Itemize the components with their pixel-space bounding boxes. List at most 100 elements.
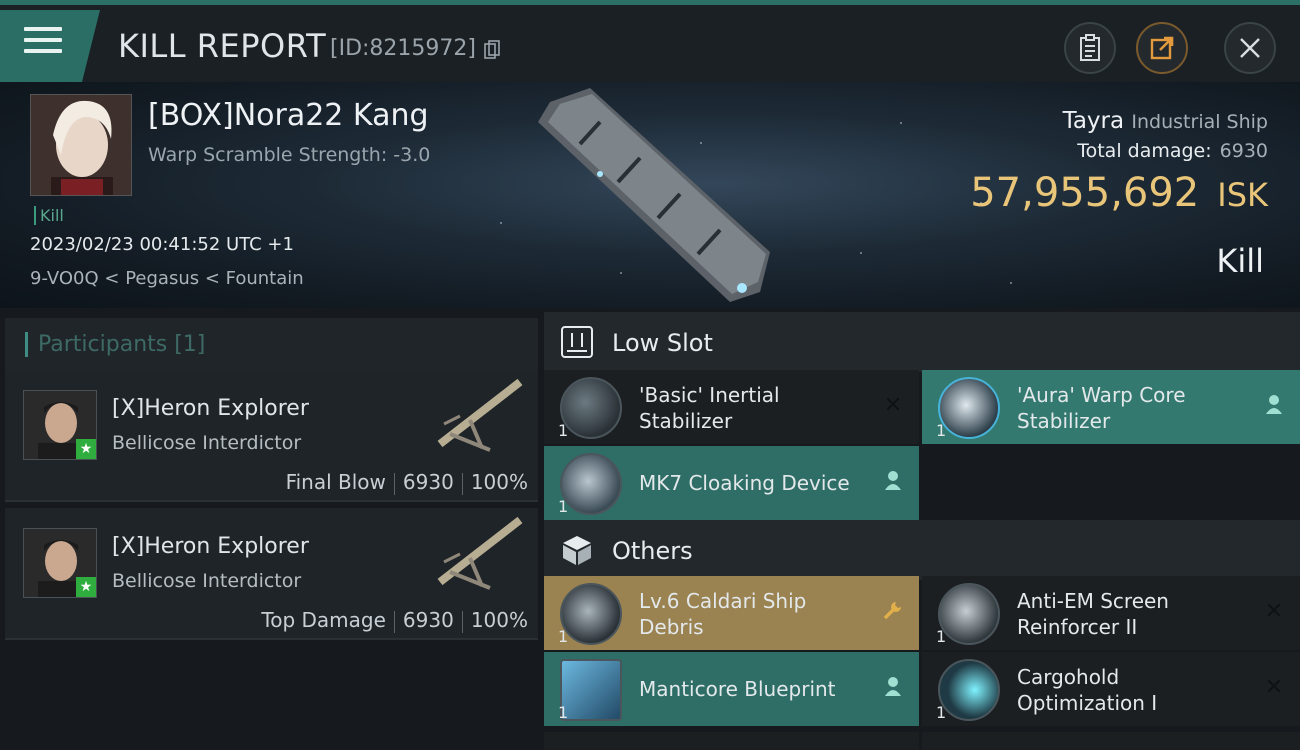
ship-debris-icon xyxy=(560,583,622,645)
participant-card[interactable]: ★ [X]Heron Explorer Bellicose Interdicto… xyxy=(5,370,538,502)
report-id: [ID:8215972] xyxy=(330,36,476,61)
module-item-partial[interactable] xyxy=(544,732,919,750)
participant-avatar[interactable]: ★ xyxy=(23,528,97,598)
person-icon xyxy=(881,470,905,494)
destroyed-icon: ✕ xyxy=(1264,599,1284,624)
star-badge-icon: ★ xyxy=(76,577,96,597)
item-quantity: 1 xyxy=(558,627,569,646)
participant-name: [X]Heron Explorer xyxy=(112,534,309,559)
others-title: Others xyxy=(612,537,693,565)
low-slot-title: Low Slot xyxy=(612,329,713,357)
participant-percent: 100% xyxy=(470,608,528,632)
clipboard-icon xyxy=(1080,34,1100,61)
item-quantity: 1 xyxy=(936,703,947,722)
low-slot-icon xyxy=(561,326,593,358)
cargo-item[interactable]: 1 Cargohold Optimization I ✕ xyxy=(922,652,1300,726)
clipboard-button[interactable] xyxy=(1064,22,1116,74)
screen-reinforcer-icon xyxy=(938,583,1000,645)
item-name-line2: Stabilizer xyxy=(639,409,733,433)
person-icon xyxy=(1262,394,1286,418)
module-item[interactable]: 1 'Basic' Inertial Stabilizer ✕ xyxy=(544,370,919,444)
others-header: Others xyxy=(544,520,1300,580)
blueprint-icon xyxy=(560,659,622,721)
item-name: Anti-EM Screen Reinforcer II xyxy=(1017,588,1169,640)
participant-role: Final Blow xyxy=(285,470,386,494)
cargohold-optimization-icon xyxy=(938,659,1000,721)
cargo-item[interactable]: 1 Lv.6 Caldari Ship Debris xyxy=(544,576,919,650)
top-bar: KILL REPORT [ID:8215972] xyxy=(0,0,1300,82)
inertial-stabilizer-icon xyxy=(560,377,622,439)
ship-class: Industrial Ship xyxy=(1131,111,1268,133)
hamburger-menu-icon[interactable] xyxy=(24,27,62,57)
participant-card[interactable]: ★ [X]Heron Explorer Bellicose Interdicto… xyxy=(5,508,538,640)
participant-damage: 6930 xyxy=(402,608,454,632)
item-name-line1: 'Basic' Inertial xyxy=(639,383,780,407)
victim-ship[interactable]: Tayra Industrial Ship xyxy=(1063,108,1268,134)
victim-portrait[interactable] xyxy=(30,94,132,196)
wrench-icon xyxy=(881,600,905,624)
page-title: KILL REPORT xyxy=(118,27,327,65)
participant-ship-image xyxy=(437,516,523,590)
item-name: Lv.6 Caldari Ship Debris xyxy=(639,588,806,640)
item-name: 'Basic' Inertial Stabilizer xyxy=(639,382,780,434)
isk-value: 57,955,692 ISK xyxy=(970,170,1268,216)
kill-datetime: 2023/02/23 00:41:52 UTC +1 xyxy=(30,234,294,255)
item-name: Cargohold Optimization I xyxy=(1017,664,1157,716)
item-name-line1: Anti-EM Screen xyxy=(1017,589,1169,613)
isk-amount: 57,955,692 xyxy=(970,170,1200,216)
warp-scramble-strength: Warp Scramble Strength: -3.0 xyxy=(148,144,431,166)
item-name-line2: Reinforcer II xyxy=(1017,615,1138,639)
ship-name: Tayra xyxy=(1062,108,1125,134)
item-name-line1: Cargohold xyxy=(1017,665,1120,689)
participant-damage: 6930 xyxy=(402,470,454,494)
item-quantity: 1 xyxy=(558,703,569,722)
victim-ship-image xyxy=(538,88,770,302)
kill-location[interactable]: 9-VO0Q < Pegasus < Fountain xyxy=(30,268,304,289)
item-name-line1: Lv.6 Caldari Ship xyxy=(639,589,807,613)
person-icon xyxy=(881,676,905,700)
cargo-item[interactable]: 1 Anti-EM Screen Reinforcer II ✕ xyxy=(922,576,1300,650)
participant-ship: Bellicose Interdictor xyxy=(112,432,302,454)
destroyed-icon: ✕ xyxy=(1264,675,1284,700)
total-damage: Total damage: 6930 xyxy=(1077,140,1268,162)
item-name-line2: Optimization I xyxy=(1017,691,1158,715)
participant-ship-image xyxy=(437,378,523,452)
share-button[interactable] xyxy=(1136,22,1188,74)
warp-core-stabilizer-icon xyxy=(938,377,1000,439)
participant-stats: Top Damage 6930 100% xyxy=(261,608,528,633)
item-name-line2: Stabilizer xyxy=(1017,409,1111,433)
item-name: 'Aura' Warp Core Stabilizer xyxy=(1017,382,1186,434)
kill-tag: Kill xyxy=(34,206,64,225)
item-name: Manticore Blueprint xyxy=(639,677,836,701)
participants-header: Participants [1] xyxy=(5,318,538,374)
cargo-item[interactable]: 1 Manticore Blueprint xyxy=(544,652,919,726)
victim-name[interactable]: [BOX]Nora22 Kang xyxy=(148,98,429,133)
cloaking-device-icon xyxy=(560,453,622,515)
participants-panel: Participants [1] ★ [X]Heron Explorer Bel… xyxy=(5,308,538,750)
copy-icon[interactable] xyxy=(484,40,500,60)
item-quantity: 1 xyxy=(936,421,947,440)
participants-title: Participants [1] xyxy=(25,332,205,357)
isk-unit: ISK xyxy=(1217,176,1268,214)
participant-avatar[interactable]: ★ xyxy=(23,390,97,460)
item-name-line1: 'Aura' Warp Core xyxy=(1017,383,1186,407)
item-name: MK7 Cloaking Device xyxy=(639,471,850,495)
close-button[interactable] xyxy=(1224,22,1276,74)
star-badge-icon: ★ xyxy=(76,439,96,459)
participant-role: Top Damage xyxy=(261,608,386,632)
fitting-panel: Low Slot 1 'Basic' Inertial Stabilizer ✕ … xyxy=(544,308,1300,750)
module-item-partial[interactable] xyxy=(922,732,1300,750)
low-slot-header: Low Slot xyxy=(544,312,1300,372)
participant-name: [X]Heron Explorer xyxy=(112,396,309,421)
victim-banner: [BOX]Nora22 Kang Warp Scramble Strength:… xyxy=(0,82,1300,308)
participant-ship: Bellicose Interdictor xyxy=(112,570,302,592)
total-damage-label: Total damage: xyxy=(1077,140,1212,162)
close-icon xyxy=(1240,38,1260,58)
share-icon xyxy=(1150,36,1174,60)
module-item[interactable]: 1 MK7 Cloaking Device xyxy=(544,446,919,520)
item-quantity: 1 xyxy=(558,497,569,516)
module-item[interactable]: 1 'Aura' Warp Core Stabilizer xyxy=(922,370,1300,444)
item-name-line2: Debris xyxy=(639,615,704,639)
destroyed-icon: ✕ xyxy=(883,393,903,418)
participant-stats: Final Blow 6930 100% xyxy=(286,470,528,495)
